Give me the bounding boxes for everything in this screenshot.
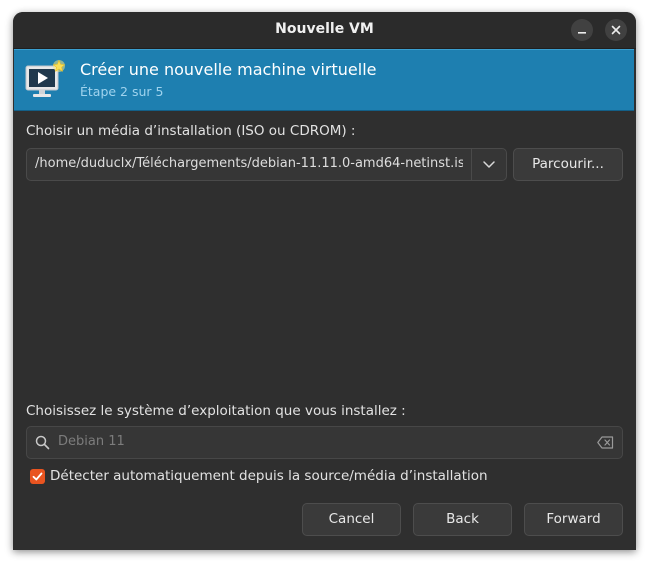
chevron-down-icon bbox=[483, 161, 495, 168]
minimize-icon bbox=[578, 32, 586, 34]
window-title: Nouvelle VM bbox=[275, 21, 374, 37]
install-media-label: Choisir un média d’installation (ISO ou … bbox=[26, 123, 356, 139]
autodetect-checkbox[interactable] bbox=[30, 469, 45, 484]
os-selection-label: Choisissez le système d’exploitation que… bbox=[26, 403, 406, 419]
dropdown-button[interactable] bbox=[472, 149, 506, 180]
close-button[interactable] bbox=[605, 19, 627, 41]
close-icon bbox=[611, 25, 621, 35]
step-indicator: Étape 2 sur 5 bbox=[80, 84, 164, 99]
back-button[interactable]: Back bbox=[413, 503, 512, 536]
os-search-placeholder: Debian 11 bbox=[58, 434, 125, 449]
install-media-combo[interactable]: /home/duduclx/Téléchargements/debian-11.… bbox=[26, 148, 507, 181]
os-search-field[interactable]: Debian 11 bbox=[26, 426, 623, 459]
virtual-machine-icon bbox=[25, 59, 66, 97]
forward-button[interactable]: Forward bbox=[524, 503, 623, 536]
new-vm-dialog: Nouvelle VM Créer une nouvelle machine v… bbox=[13, 12, 636, 550]
backspace-clear-icon[interactable] bbox=[597, 436, 614, 449]
banner-title: Créer une nouvelle machine virtuelle bbox=[80, 60, 377, 79]
minimize-button[interactable] bbox=[571, 19, 593, 41]
header-banner: Créer une nouvelle machine virtuelle Éta… bbox=[14, 49, 634, 111]
install-media-path-input[interactable]: /home/duduclx/Téléchargements/debian-11.… bbox=[35, 156, 463, 171]
checkmark-icon bbox=[32, 472, 43, 481]
cancel-button[interactable]: Cancel bbox=[302, 503, 401, 536]
title-bar: Nouvelle VM bbox=[13, 12, 636, 49]
browse-button[interactable]: Parcourir... bbox=[513, 148, 623, 181]
search-icon bbox=[35, 435, 50, 450]
autodetect-label[interactable]: Détecter automatiquement depuis la sourc… bbox=[50, 468, 488, 484]
